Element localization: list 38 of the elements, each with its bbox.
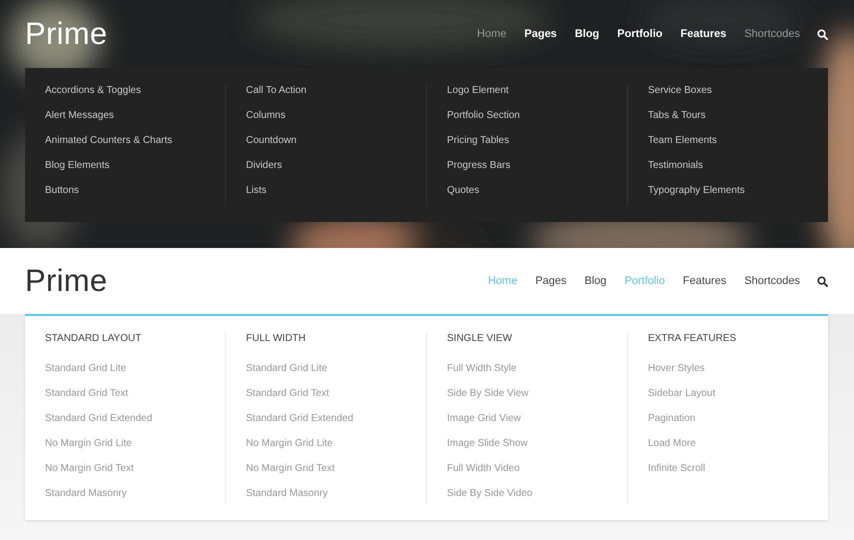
search-icon[interactable]: [817, 276, 828, 286]
logo[interactable]: Prime: [25, 258, 108, 304]
menu-link[interactable]: Logo Element: [447, 84, 509, 97]
menu-link[interactable]: Call To Action: [246, 84, 306, 97]
nav-link[interactable]: Blog: [566, 26, 608, 42]
menu-link[interactable]: Countdown: [246, 134, 297, 147]
column-heading: SINGLE VIEW: [447, 332, 514, 345]
search-icon[interactable]: [817, 28, 828, 40]
menu-link[interactable]: Team Elements: [648, 134, 717, 147]
nav-link[interactable]: Home: [468, 26, 516, 42]
menu-link[interactable]: Pricing Tables: [447, 134, 510, 147]
nav-link[interactable]: Shortcodes: [735, 272, 809, 290]
nav-link[interactable]: Pages: [526, 272, 576, 290]
menu-link[interactable]: Testimonials: [648, 159, 704, 172]
menu-link[interactable]: Progress Bars: [447, 159, 510, 172]
menu-link[interactable]: Animated Counters & Charts: [45, 134, 172, 147]
menu-link[interactable]: Lists: [246, 184, 267, 197]
menu-link[interactable]: Service Boxes: [648, 84, 712, 97]
menu-link[interactable]: Typography Elements: [648, 184, 745, 197]
menu-link[interactable]: Columns: [246, 109, 286, 122]
nav-link[interactable]: Pages: [515, 26, 566, 42]
column-heading: STANDARD LAYOUT: [45, 332, 142, 345]
menu-link[interactable]: Quotes: [447, 184, 480, 197]
menu-link[interactable]: Accordions & Toggles: [45, 84, 141, 97]
column-heading: EXTRA FEATURES: [648, 332, 738, 345]
nav-link[interactable]: Blog: [576, 272, 616, 290]
menu-link[interactable]: Dividers: [246, 159, 282, 172]
nav-link[interactable]: Features: [671, 26, 736, 42]
column-heading: FULL WIDTH: [246, 332, 307, 345]
nav-link[interactable]: Features: [674, 272, 736, 290]
menu-link[interactable]: Tabs & Tours: [648, 109, 706, 122]
menu-link[interactable]: Portfolio Section: [447, 109, 520, 122]
nav-link[interactable]: Portfolio: [608, 26, 672, 42]
nav-link[interactable]: Shortcodes: [735, 26, 809, 42]
menu-link[interactable]: Alert Messages: [45, 109, 114, 122]
menu-link[interactable]: Blog Elements: [45, 159, 110, 172]
logo[interactable]: Prime: [25, 10, 108, 58]
menu-link[interactable]: Buttons: [45, 184, 79, 197]
